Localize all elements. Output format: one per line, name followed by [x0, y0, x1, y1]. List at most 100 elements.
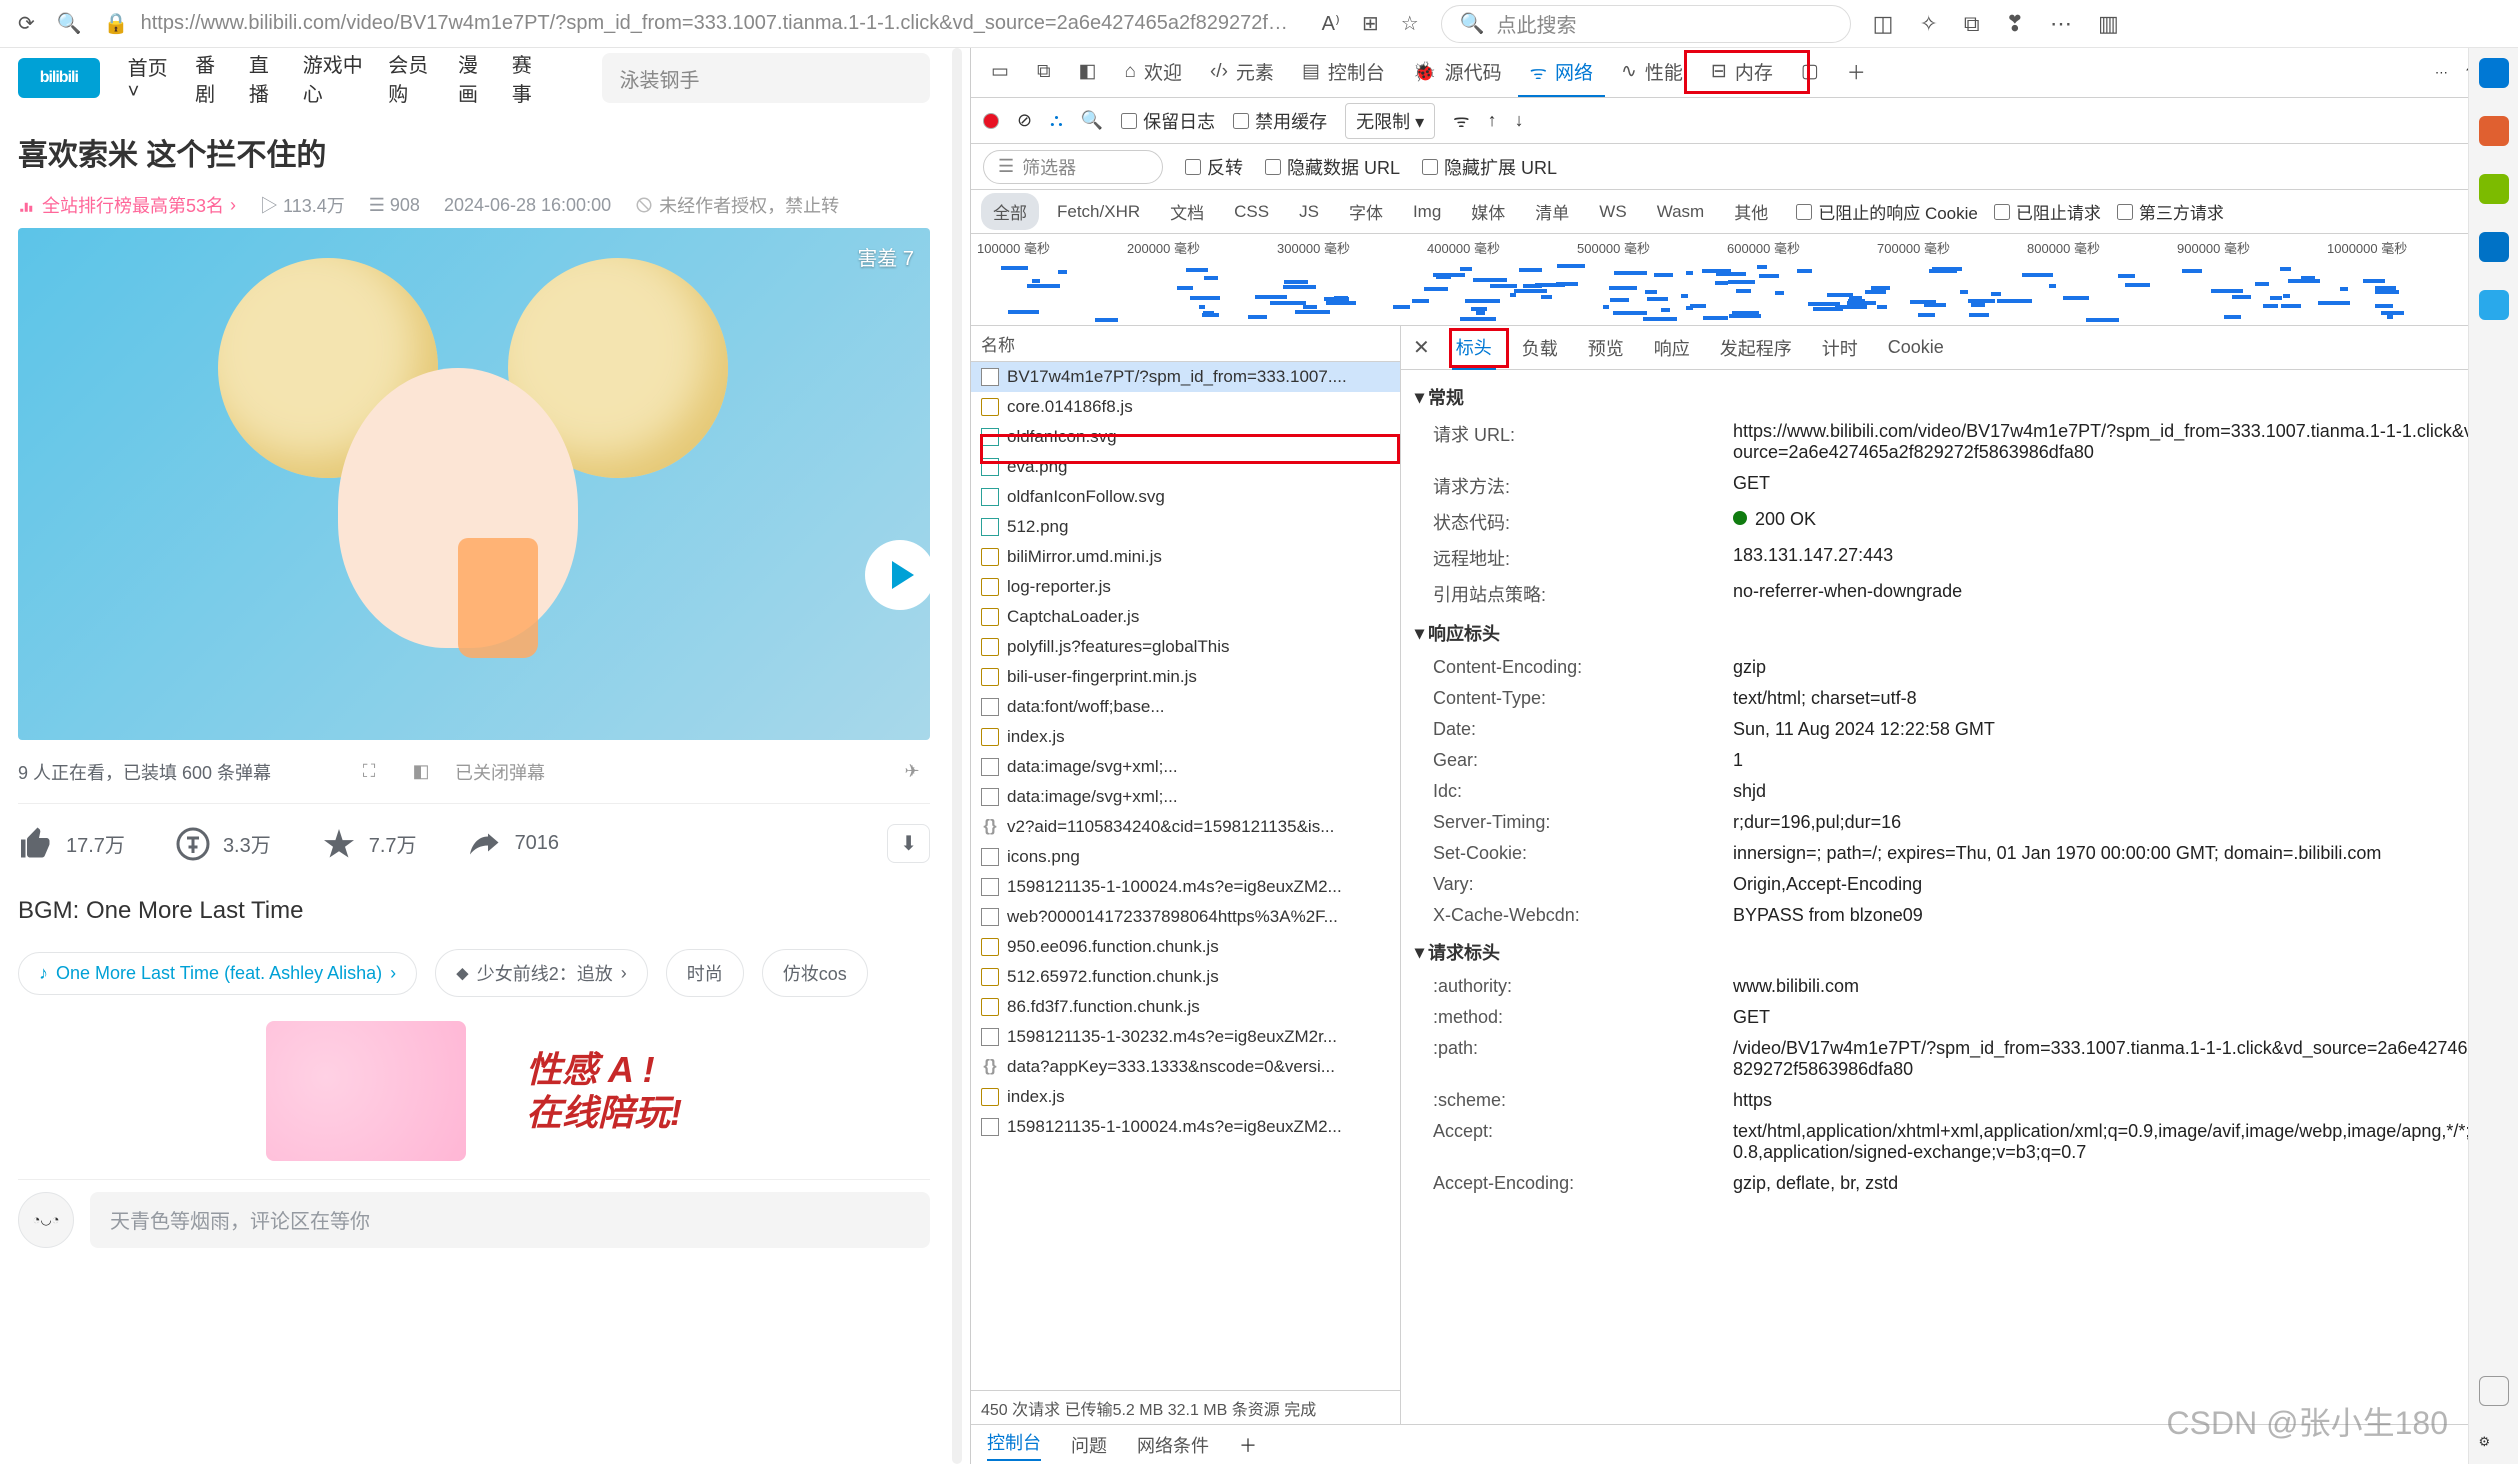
request-row[interactable]: oldfanIconFollow.svg: [971, 482, 1400, 512]
request-row[interactable]: 1598121135-1-100024.m4s?e=ig8euxZM2...: [971, 1112, 1400, 1142]
nav-game[interactable]: 游戏中心: [303, 49, 367, 107]
tab-sources[interactable]: 🐞 源代码: [1401, 49, 1514, 97]
ft-js[interactable]: JS: [1287, 196, 1331, 228]
request-row[interactable]: data:image/svg+xml;...: [971, 752, 1400, 782]
nav-fanju[interactable]: 番剧: [195, 49, 227, 107]
det-headers[interactable]: 标头: [1452, 326, 1496, 370]
third-party-cb[interactable]: 第三方请求: [2117, 199, 2224, 224]
hide-data-cb[interactable]: 隐藏数据 URL: [1265, 154, 1400, 180]
blocked-cookie-cb[interactable]: 已阻止的响应 Cookie: [1796, 199, 1978, 224]
drawer-netcond[interactable]: 网络条件: [1137, 1432, 1209, 1458]
bili-search[interactable]: 泳装钢手: [602, 53, 930, 103]
disable-cache[interactable]: 禁用缓存: [1233, 108, 1327, 134]
request-row[interactable]: 512.png: [971, 512, 1400, 542]
det-payload[interactable]: 负载: [1518, 327, 1562, 369]
invert-cb[interactable]: 反转: [1185, 154, 1243, 180]
split-icon[interactable]: ◫: [1873, 11, 1894, 37]
sidebar-icon[interactable]: ▥: [2098, 11, 2119, 37]
ft-xhr[interactable]: Fetch/XHR: [1045, 196, 1152, 228]
request-row[interactable]: 950.ee096.function.chunk.js: [971, 932, 1400, 962]
url-box[interactable]: 🔒 https://www.bilibili.com/video/BV17w4m…: [104, 11, 1294, 36]
danmu-send-icon[interactable]: ✈: [894, 754, 930, 790]
extensions-icon[interactable]: ❣: [2006, 11, 2024, 37]
sect-general[interactable]: ▾ 常规: [1415, 384, 2504, 410]
request-row[interactable]: biliMirror.umd.mini.js: [971, 542, 1400, 572]
request-row[interactable]: {}v2?aid=1105834240&cid=1598121135&is...: [971, 812, 1400, 842]
fav-button[interactable]: 7.7万: [321, 826, 417, 862]
danmu-toggle-icon[interactable]: ◧: [403, 754, 439, 790]
video-player[interactable]: 害羞 7: [18, 228, 930, 740]
nav-live[interactable]: 直播: [249, 49, 281, 107]
drawer-issues[interactable]: 问题: [1071, 1432, 1107, 1458]
ft-font[interactable]: 字体: [1337, 193, 1395, 230]
tag-fashion[interactable]: 时尚: [666, 949, 744, 997]
filter-toggle-icon[interactable]: ⛬: [1050, 110, 1063, 131]
tag-music[interactable]: ♪ One More Last Time (feat. Ashley Alish…: [18, 952, 417, 995]
tab-plus[interactable]: ＋: [1835, 49, 1878, 97]
request-row[interactable]: index.js: [971, 722, 1400, 752]
det-cookie[interactable]: Cookie: [1884, 329, 1948, 366]
avatar[interactable]: ◔◡◔: [18, 1192, 74, 1248]
filter-input[interactable]: ☰ 筛选器: [983, 150, 1163, 184]
request-row[interactable]: CaptchaLoader.js: [971, 602, 1400, 632]
request-row[interactable]: core.014186f8.js: [971, 392, 1400, 422]
edge-shop-icon[interactable]: [2479, 116, 2509, 146]
request-row[interactable]: index.js: [971, 1082, 1400, 1112]
like-button[interactable]: 17.7万: [18, 826, 125, 862]
inspect-icon[interactable]: ▭: [979, 49, 1021, 97]
tab-welcome[interactable]: ⌂ 欢迎: [1112, 49, 1194, 97]
hide-ext-cb[interactable]: 隐藏扩展 URL: [1422, 154, 1557, 180]
search-addr-icon[interactable]: 🔍: [57, 11, 82, 36]
preserve-log[interactable]: 保留日志: [1121, 108, 1215, 134]
ft-other[interactable]: 其他: [1722, 193, 1780, 230]
play-icon[interactable]: [865, 540, 930, 610]
bili-logo[interactable]: bilibili: [18, 58, 100, 98]
tag-cos[interactable]: 仿妆cos: [762, 949, 868, 997]
edge-chat-icon[interactable]: [2479, 58, 2509, 88]
edge-plus-icon[interactable]: [2479, 1376, 2509, 1406]
browser-search[interactable]: 🔍 点此搜索: [1441, 5, 1851, 43]
upload-icon[interactable]: ↑: [1488, 110, 1497, 131]
blocked-req-cb[interactable]: 已阻止请求: [1994, 199, 2101, 224]
share-button[interactable]: 7016: [467, 826, 560, 862]
tab-console[interactable]: ▤ 控制台: [1290, 49, 1397, 97]
device-icon[interactable]: ⧉: [1025, 49, 1063, 97]
tab-network[interactable]: ᯤ 网络: [1518, 49, 1605, 97]
ft-manifest[interactable]: 清单: [1523, 193, 1581, 230]
rank-link[interactable]: 全站排行榜最高第53名 ›: [18, 192, 236, 218]
refresh-icon[interactable]: ⟳: [18, 11, 35, 36]
detail-close-icon[interactable]: ✕: [1413, 335, 1430, 360]
fav-star-icon[interactable]: ☆: [1401, 11, 1419, 36]
ft-wasm[interactable]: Wasm: [1645, 196, 1717, 228]
request-row[interactable]: web?000014172337898064https%3A%2F...: [971, 902, 1400, 932]
nav-manga[interactable]: 漫画: [458, 49, 490, 107]
tag-game[interactable]: ⬥ 少女前线2：追放 ›: [435, 949, 648, 997]
request-row[interactable]: BV17w4m1e7PT/?spm_id_from=333.1007....: [971, 362, 1400, 392]
request-row[interactable]: {}data?appKey=333.1333&nscode=0&versi...: [971, 1052, 1400, 1082]
throttle-select[interactable]: 无限制 ▾: [1345, 103, 1435, 139]
drawer-console[interactable]: 控制台: [987, 1429, 1041, 1461]
request-row[interactable]: bili-user-fingerprint.min.js: [971, 662, 1400, 692]
dock-icon[interactable]: ◧: [1067, 49, 1109, 97]
sect-req[interactable]: ▾ 请求标头: [1415, 939, 2504, 965]
ft-doc[interactable]: 文档: [1158, 193, 1216, 230]
ad-banner[interactable]: 性感 A !在线陪玩!: [18, 1021, 930, 1161]
edge-settings-icon[interactable]: ⚙: [2479, 1434, 2509, 1464]
wifi-icon[interactable]: ᯤ: [1453, 109, 1469, 133]
nav-vip[interactable]: 会员购: [388, 49, 436, 107]
request-row[interactable]: data:image/svg+xml;...: [971, 782, 1400, 812]
tab-performance[interactable]: ∿ 性能: [1609, 49, 1695, 97]
ft-css[interactable]: CSS: [1222, 196, 1281, 228]
request-row[interactable]: oldfanIcon.svg: [971, 422, 1400, 452]
download-icon[interactable]: ⬇: [887, 824, 930, 863]
clear-icon[interactable]: ⊘: [1017, 110, 1032, 131]
dt-more-icon[interactable]: ⋯: [2435, 65, 2448, 81]
det-timing[interactable]: 计时: [1818, 327, 1862, 369]
nav-match[interactable]: 赛事: [512, 49, 544, 107]
download-icon[interactable]: ↓: [1515, 110, 1524, 131]
ft-ws[interactable]: WS: [1587, 196, 1638, 228]
sect-resp[interactable]: ▾ 响应标头: [1415, 620, 2504, 646]
collections-icon[interactable]: ⧉: [1964, 11, 1980, 37]
translate-icon[interactable]: ⊞: [1362, 11, 1379, 36]
edge-outlook-icon[interactable]: [2479, 232, 2509, 262]
